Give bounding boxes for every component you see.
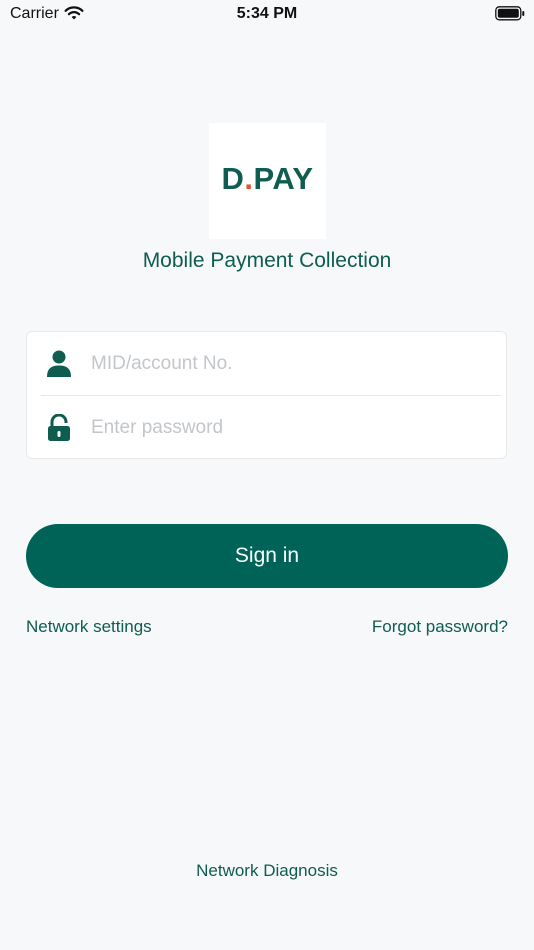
forgot-password-link[interactable]: Forgot password? bbox=[372, 617, 508, 637]
network-diagnosis-link[interactable]: Network Diagnosis bbox=[0, 861, 534, 881]
sign-in-button[interactable]: Sign in bbox=[26, 524, 508, 588]
account-input[interactable] bbox=[91, 344, 491, 384]
network-settings-link[interactable]: Network settings bbox=[26, 617, 152, 637]
password-input[interactable] bbox=[91, 408, 491, 448]
status-time: 5:34 PM bbox=[236, 5, 298, 22]
account-field-row bbox=[27, 332, 506, 396]
login-form bbox=[26, 331, 507, 459]
app-logo: D.PAY bbox=[209, 123, 326, 239]
user-icon bbox=[46, 350, 72, 378]
app-subtitle: Mobile Payment Collection bbox=[142, 249, 392, 272]
password-field-row bbox=[27, 396, 506, 460]
logo-wordmark: D.PAY bbox=[209, 161, 326, 197]
logo-letters-pay: PAY bbox=[253, 161, 314, 196]
status-bar: Carrier 5:34 PM bbox=[0, 0, 534, 30]
lock-icon bbox=[46, 413, 72, 442]
logo-letter-d: D bbox=[221, 161, 245, 196]
battery-icon bbox=[495, 6, 525, 26]
